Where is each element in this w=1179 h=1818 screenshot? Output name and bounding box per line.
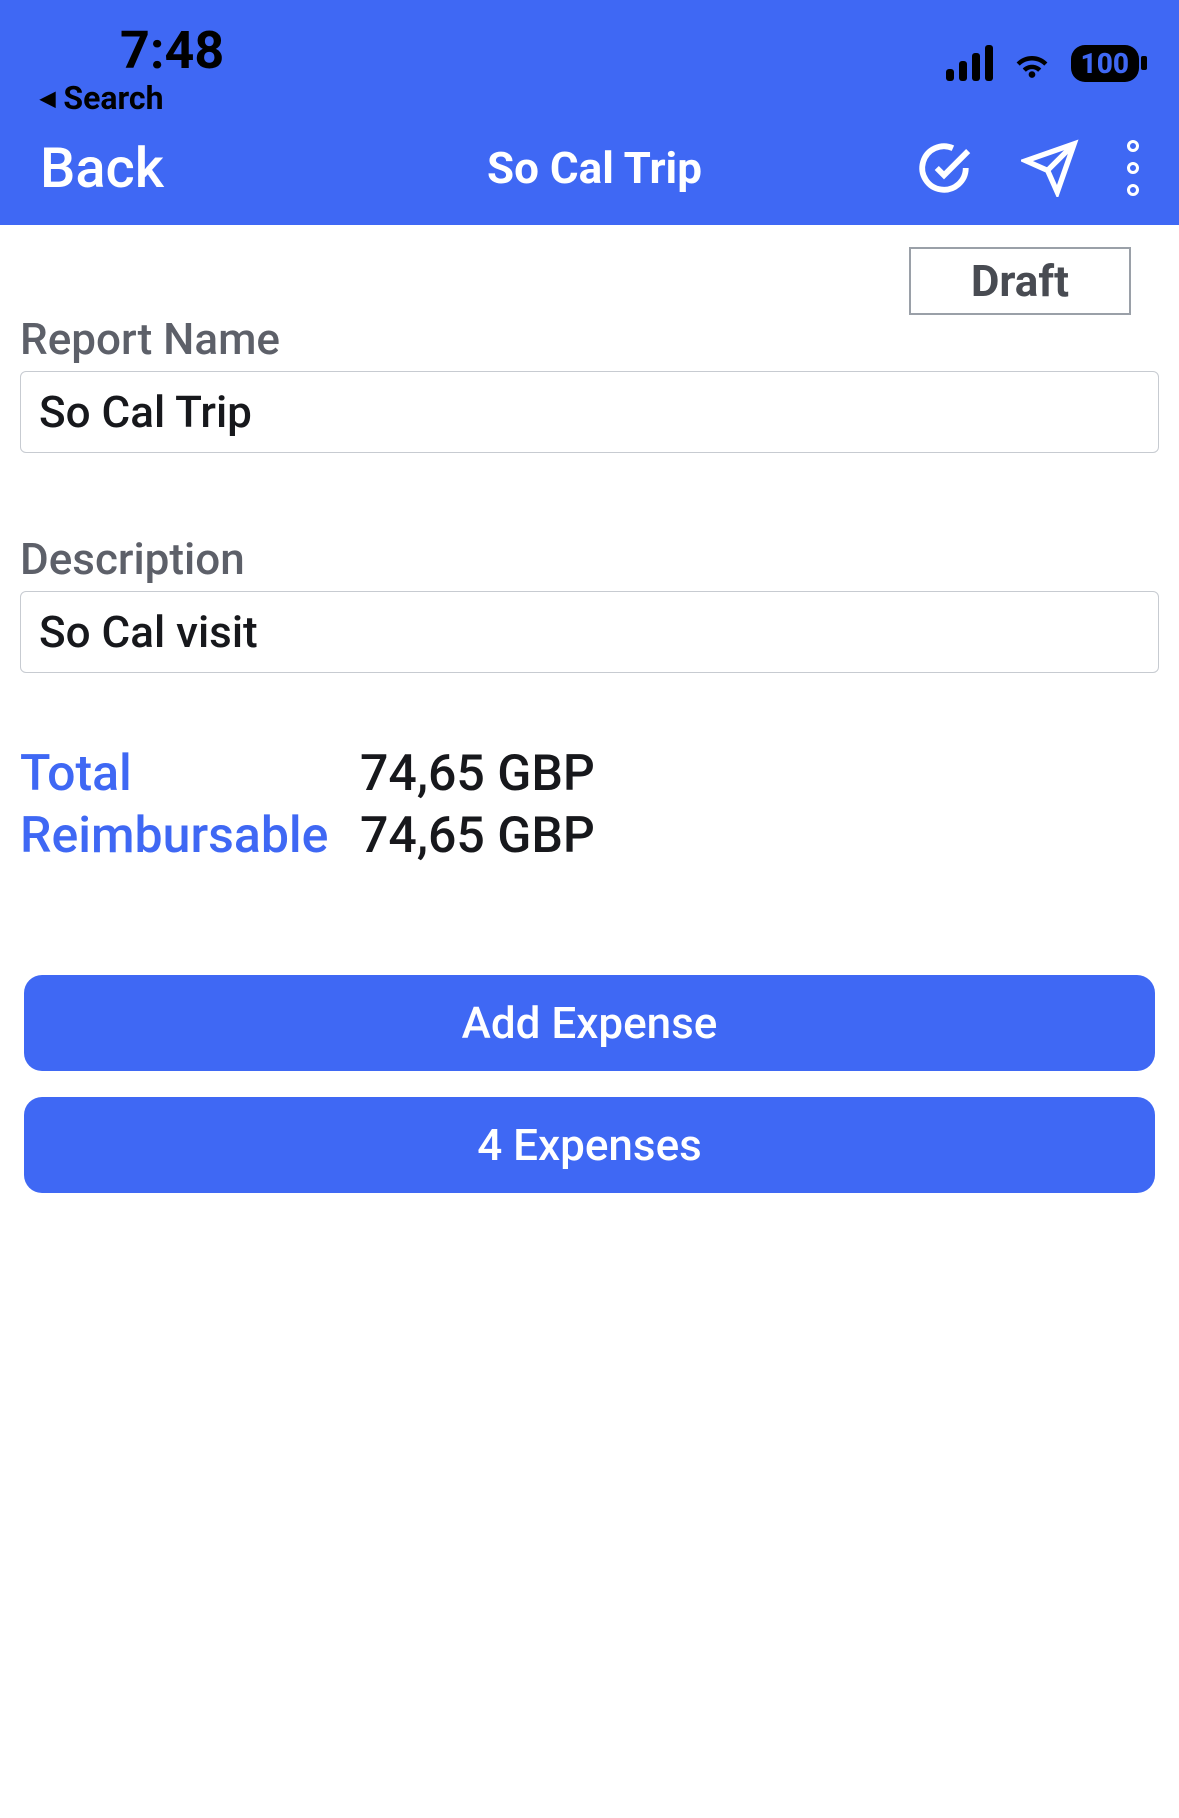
- more-options-icon[interactable]: [1127, 140, 1139, 196]
- description-label: Description: [20, 533, 1159, 585]
- page-title: So Cal Trip: [487, 142, 702, 194]
- status-back-label: Search: [63, 79, 163, 117]
- battery-indicator: 100: [1071, 45, 1139, 82]
- status-badge: Draft: [909, 247, 1131, 315]
- description-input[interactable]: [20, 591, 1159, 673]
- status-time: 7:48: [40, 20, 224, 81]
- report-name-label: Report Name: [20, 313, 1159, 365]
- status-back-to-search[interactable]: ◀ Search: [40, 79, 224, 117]
- reimbursable-value: 74,65 GBP: [360, 807, 595, 865]
- status-bar: 7:48 ◀ Search 100: [0, 0, 1179, 120]
- expenses-list-button[interactable]: 4 Expenses: [24, 1097, 1155, 1193]
- total-label: Total: [20, 745, 360, 803]
- cellular-signal-icon: [946, 45, 993, 81]
- reimbursable-label: Reimbursable: [20, 807, 360, 865]
- send-icon[interactable]: [1021, 139, 1079, 197]
- nav-bar: Back So Cal Trip: [0, 120, 1179, 225]
- report-name-input[interactable]: [20, 371, 1159, 453]
- back-button[interactable]: Back: [40, 135, 164, 201]
- add-expense-button[interactable]: Add Expense: [24, 975, 1155, 1071]
- back-triangle-icon: ◀: [40, 86, 55, 110]
- wifi-icon: [1011, 42, 1053, 84]
- total-value: 74,65 GBP: [360, 745, 595, 803]
- mark-complete-icon[interactable]: [915, 139, 973, 197]
